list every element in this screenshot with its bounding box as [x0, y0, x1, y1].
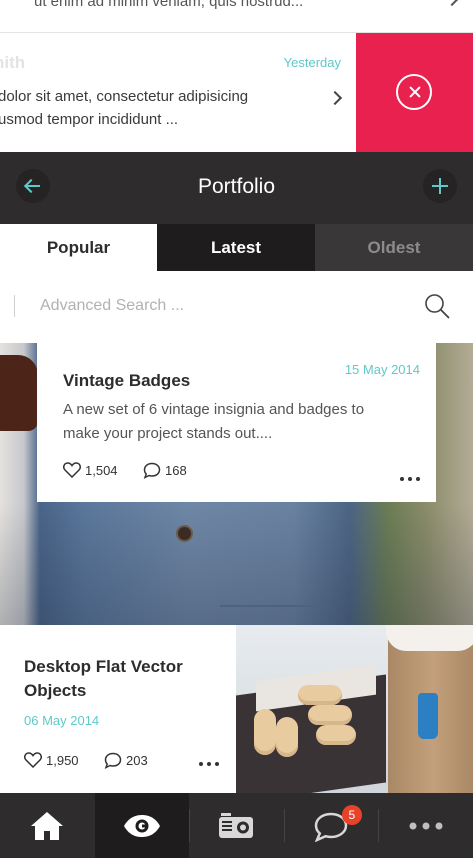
glove-graphic — [0, 355, 38, 431]
bottle-logo-graphic — [418, 693, 438, 739]
heart-icon — [63, 462, 81, 478]
chevron-right-icon — [444, 0, 460, 7]
search-divider — [14, 295, 15, 317]
card-title: Vintage Badges — [63, 371, 191, 390]
more-icon — [409, 822, 443, 829]
comments-counter[interactable]: 203 — [104, 752, 148, 769]
nav-eye[interactable] — [94, 793, 190, 858]
nav-more[interactable] — [378, 793, 473, 858]
tab-popular[interactable]: Popular — [0, 224, 157, 271]
tab-latest[interactable]: Latest — [157, 224, 315, 271]
page-title: Portfolio — [197, 175, 276, 198]
chevron-right-icon — [327, 90, 343, 106]
snippet-line-2: usmod tempor incididunt ... — [0, 111, 179, 128]
card-title: Desktop Flat Vector Objects — [24, 657, 183, 700]
comments-counter[interactable]: 168 — [143, 462, 187, 479]
portfolio-card[interactable]: Desktop Flat Vector Objects 06 May 2014 … — [0, 625, 236, 793]
likes-count: 1,950 — [46, 752, 79, 768]
nav-radio[interactable] — [189, 793, 284, 858]
tab-oldest[interactable]: Oldest — [315, 224, 473, 271]
filter-tabs: Popular Latest Oldest — [0, 224, 473, 271]
nav-chat[interactable]: 5 — [283, 793, 379, 858]
portfolio-item-image[interactable] — [236, 625, 473, 793]
app-header: Portfolio — [0, 152, 473, 224]
previous-list-item[interactable]: ut enim ad minim veniam, quis nostrud... — [0, 0, 473, 33]
comments-count: 203 — [126, 753, 148, 768]
likes-counter[interactable]: 1,504 — [63, 462, 118, 478]
more-options-icon[interactable] — [400, 477, 420, 481]
card-date: 06 May 2014 — [24, 713, 100, 728]
coat-button-graphic — [178, 527, 191, 540]
bottom-navigation: 5 — [0, 793, 473, 858]
radio-icon — [219, 812, 254, 838]
plus-icon — [432, 178, 448, 194]
item-date: Yesterday — [283, 55, 341, 70]
card-description: A new set of 6 vintage insignia and badg… — [63, 401, 365, 442]
add-button[interactable] — [423, 169, 457, 203]
likes-count: 1,504 — [85, 462, 118, 478]
eye-icon — [123, 814, 160, 837]
home-icon — [31, 811, 64, 840]
comments-count: 168 — [165, 463, 187, 478]
macaron-graphic — [308, 705, 352, 725]
close-circle-icon[interactable] — [396, 74, 432, 110]
portfolio-card[interactable]: Vintage Badges 15 May 2014 A new set of … — [37, 343, 436, 502]
snippet-line-1: dolor sit amet, consectetur adipisicing — [0, 88, 249, 105]
macaron-graphic — [298, 685, 342, 705]
card-date: 15 May 2014 — [344, 362, 420, 377]
nav-home[interactable] — [0, 793, 95, 858]
macaron-graphic — [316, 725, 356, 745]
notification-badge: 5 — [341, 805, 362, 825]
item-sender: nith — [0, 53, 26, 72]
search-icon[interactable] — [424, 293, 450, 319]
previous-item-text: ut enim ad minim veniam, quis nostrud... — [34, 0, 304, 10]
comment-icon — [104, 752, 122, 769]
macaron-graphic — [254, 709, 276, 755]
delete-action[interactable] — [356, 33, 473, 152]
swiped-list-item[interactable]: nith Yesterday dolor sit amet, consectet… — [0, 33, 473, 152]
likes-counter[interactable]: 1,950 — [24, 752, 79, 768]
heart-icon — [24, 752, 42, 768]
more-options-icon[interactable] — [199, 762, 219, 766]
search-bar — [0, 271, 473, 343]
comment-icon — [143, 462, 161, 479]
item-snippet: dolor sit amet, consectetur adipisicing … — [0, 85, 298, 131]
search-input[interactable] — [40, 291, 410, 321]
macaron-graphic — [276, 717, 298, 757]
